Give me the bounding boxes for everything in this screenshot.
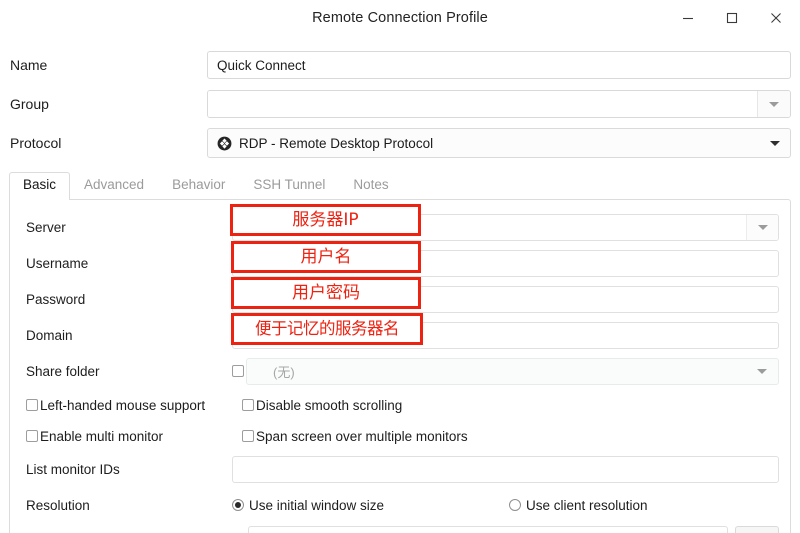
disable-smooth-scrolling-label: Disable smooth scrolling xyxy=(256,397,403,413)
window-controls xyxy=(666,0,798,35)
remote-connection-profile-window: Remote Connection Profile Name Group xyxy=(0,0,800,533)
annotation-domain: 便于记忆的服务器名 xyxy=(231,313,423,345)
name-row: Name xyxy=(0,49,800,81)
share-folder-value: (无) xyxy=(273,364,295,380)
protocol-combobox[interactable]: RDP - Remote Desktop Protocol xyxy=(207,128,791,158)
profile-header-form: Name Group Protocol xyxy=(0,49,800,159)
chevron-down-icon[interactable] xyxy=(770,140,780,146)
maximize-icon[interactable] xyxy=(710,3,754,33)
enable-multi-monitor-label: Enable multi monitor xyxy=(40,428,164,444)
share-folder-combobox[interactable]: (无) xyxy=(246,357,779,385)
tab-notes[interactable]: Notes xyxy=(339,172,402,199)
group-label: Group xyxy=(10,96,49,112)
annotation-server: 服务器IP xyxy=(230,204,421,236)
minimize-icon[interactable] xyxy=(666,3,710,33)
tab-bar: Basic Advanced Behavior SSH Tunnel Notes xyxy=(0,172,800,200)
chevron-down-icon xyxy=(769,101,779,107)
monitor-options-row: Enable multi monitor Span screen over mu… xyxy=(10,423,790,449)
group-row: Group xyxy=(0,88,800,120)
name-input[interactable] xyxy=(207,51,791,79)
disable-smooth-scrolling-option[interactable]: Disable smooth scrolling xyxy=(242,398,402,413)
protocol-label: Protocol xyxy=(10,135,62,151)
span-screen-label: Span screen over multiple monitors xyxy=(256,428,468,444)
left-handed-mouse-option[interactable]: Left-handed mouse support xyxy=(26,398,242,413)
password-label: Password xyxy=(26,291,86,307)
tab-basic[interactable]: Basic xyxy=(9,172,71,200)
mouse-options-row: Left-handed mouse support Disable smooth… xyxy=(10,392,790,418)
custom-resolution-input[interactable] xyxy=(248,526,728,533)
share-folder-row: Share folder (无) xyxy=(10,356,790,386)
group-dropdown-button[interactable] xyxy=(757,91,790,117)
resolution-option-initial-window[interactable]: Use initial window size xyxy=(232,498,509,513)
server-label: Server xyxy=(26,219,66,235)
group-input[interactable] xyxy=(208,91,757,117)
server-dropdown-button[interactable] xyxy=(746,214,778,240)
username-label: Username xyxy=(26,255,89,271)
resolution-option-initial-window-label: Use initial window size xyxy=(249,497,385,513)
left-handed-mouse-checkbox[interactable] xyxy=(26,399,38,411)
chevron-down-icon xyxy=(757,224,768,230)
protocol-row: Protocol RDP - Remote Desktop Protocol xyxy=(0,127,800,159)
resolution-label: Resolution xyxy=(26,497,90,513)
protocol-value: RDP - Remote Desktop Protocol xyxy=(239,135,434,151)
domain-label: Domain xyxy=(26,327,73,343)
resolution-radio-initial-window[interactable] xyxy=(232,499,244,511)
resolution-row: Resolution Use initial window size Use c… xyxy=(10,490,790,520)
share-folder-dropdown-button[interactable] xyxy=(746,368,778,374)
resolution-option-client-resolution[interactable]: Use client resolution xyxy=(509,498,648,513)
share-folder-checkbox[interactable] xyxy=(232,365,244,377)
custom-resolution-row xyxy=(10,526,790,533)
list-monitor-ids-row: List monitor IDs xyxy=(10,454,790,484)
enable-multi-monitor-option[interactable]: Enable multi monitor xyxy=(26,429,242,444)
list-monitor-ids-label: List monitor IDs xyxy=(26,461,120,477)
custom-resolution-button[interactable] xyxy=(735,526,779,533)
share-folder-label: Share folder xyxy=(26,363,100,379)
tab-advanced[interactable]: Advanced xyxy=(70,172,158,199)
list-monitor-ids-input[interactable] xyxy=(232,455,779,483)
annotation-password: 用户密码 xyxy=(231,277,421,309)
title-bar: Remote Connection Profile xyxy=(0,0,800,35)
resolution-option-client-resolution-label: Use client resolution xyxy=(526,497,648,513)
resolution-radio-client-resolution[interactable] xyxy=(509,499,521,511)
name-label: Name xyxy=(10,57,48,73)
annotation-username: 用户名 xyxy=(231,241,421,273)
window-title: Remote Connection Profile xyxy=(312,9,488,26)
tab-behavior[interactable]: Behavior xyxy=(158,172,239,199)
span-screen-checkbox[interactable] xyxy=(242,430,254,442)
span-screen-option[interactable]: Span screen over multiple monitors xyxy=(242,429,468,444)
tab-ssh-tunnel[interactable]: SSH Tunnel xyxy=(239,172,339,199)
disable-smooth-scrolling-checkbox[interactable] xyxy=(242,399,254,411)
rdp-icon xyxy=(217,136,232,150)
close-icon[interactable] xyxy=(754,3,798,33)
chevron-down-icon xyxy=(757,368,767,374)
left-handed-mouse-label: Left-handed mouse support xyxy=(40,397,206,413)
group-combobox[interactable] xyxy=(207,90,791,118)
enable-multi-monitor-checkbox[interactable] xyxy=(26,430,38,442)
